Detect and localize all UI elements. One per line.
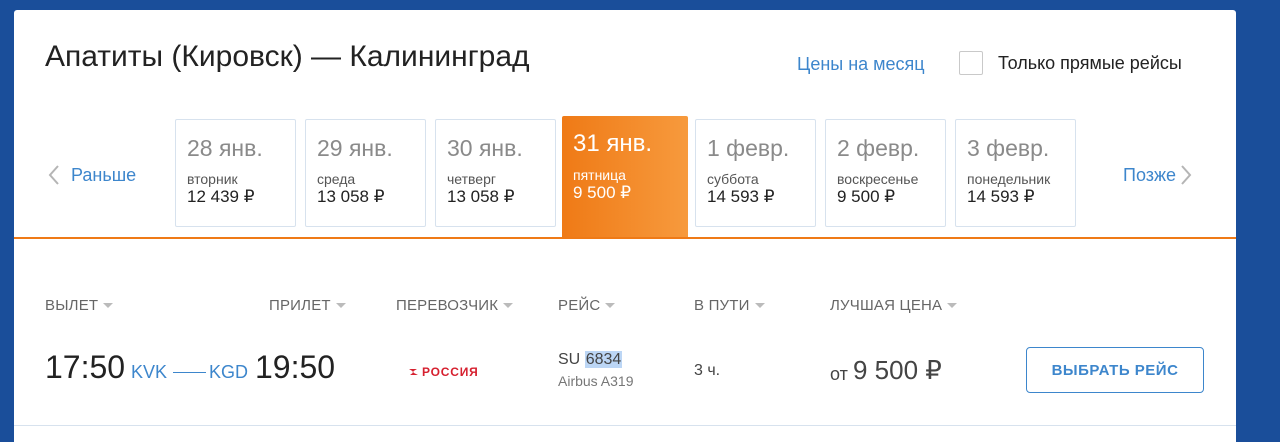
date-cell-2-feb[interactable]: 2 февр. воскресенье 9 500 ₽ xyxy=(825,119,946,227)
date-cell-date: 31 янв. xyxy=(573,130,653,157)
date-cell-date: 29 янв. xyxy=(317,135,393,161)
earlier-dates-label: Раньше xyxy=(71,164,137,185)
date-cell-weekday: понедельник xyxy=(967,171,1051,187)
sort-duration-header[interactable]: В ПУТИ xyxy=(694,297,765,314)
date-cell-price: 9 500 ₽ xyxy=(573,183,632,202)
flight-number: SU 6834 xyxy=(558,351,623,369)
carrier-name: РОССИЯ xyxy=(422,365,479,379)
date-cell-date: 1 февр. xyxy=(707,135,790,161)
sort-caret-icon xyxy=(754,303,765,308)
date-cell-date: 2 февр. xyxy=(837,135,920,161)
sort-caret-icon xyxy=(503,303,514,308)
sort-caret-icon xyxy=(103,303,114,308)
date-cell-weekday: среда xyxy=(317,171,356,187)
direct-only-toggle[interactable]: Только прямые рейсы xyxy=(959,51,1182,75)
date-cell-weekday: суббота xyxy=(707,171,759,187)
row-divider xyxy=(14,425,1236,426)
sort-carrier-header[interactable]: ПЕРЕВОЗЧИК xyxy=(396,297,514,314)
arrival-time: 19:50 xyxy=(255,349,336,385)
date-cell-1-feb[interactable]: 1 февр. суббота 14 593 ₽ xyxy=(695,119,816,227)
chevron-right-icon xyxy=(1181,165,1192,185)
active-date-underline xyxy=(14,237,1236,239)
column-label: ПРИЛЕТ xyxy=(269,297,331,314)
chevron-left-icon xyxy=(48,165,59,185)
date-cell-weekday: воскресенье xyxy=(837,171,919,187)
flight-prefix: SU xyxy=(558,351,581,368)
date-cell-price: 12 439 ₽ xyxy=(187,187,255,206)
date-cell-date: 3 февр. xyxy=(967,135,1050,161)
flight-number-value: 6834 xyxy=(584,351,623,368)
date-cell-29-jan[interactable]: 29 янв. среда 13 058 ₽ xyxy=(305,119,426,227)
sort-flight-header[interactable]: РЕЙС xyxy=(558,297,616,314)
date-cell-3-feb[interactable]: 3 февр. понедельник 14 593 ₽ xyxy=(955,119,1076,227)
departure-airport: KVK xyxy=(131,362,168,382)
sort-departure-header[interactable]: ВЫЛЕТ xyxy=(45,297,114,314)
column-label: ПЕРЕВОЗЧИК xyxy=(396,297,499,314)
column-label: В ПУТИ xyxy=(694,297,750,314)
column-label: РЕЙС xyxy=(558,297,601,314)
earlier-dates-button[interactable]: Раньше xyxy=(48,164,136,186)
date-cell-price: 13 058 ₽ xyxy=(447,187,515,206)
date-cell-28-jan[interactable]: 28 янв. вторник 12 439 ₽ xyxy=(175,119,296,227)
route-title: Апатиты (Кировск) — Калининград xyxy=(45,40,530,73)
date-cell-price: 14 593 ₽ xyxy=(967,187,1035,206)
date-cell-price: 9 500 ₽ xyxy=(837,187,896,206)
date-cell-31-jan-selected[interactable]: 31 янв. пятница 9 500 ₽ xyxy=(562,116,688,239)
sort-caret-icon xyxy=(605,303,616,308)
flight-search-card: Апатиты (Кировск) — Калининград Цены на … xyxy=(14,10,1236,442)
flight-duration: 3 ч. xyxy=(694,362,721,379)
best-price: 9 500 ₽ xyxy=(853,355,942,385)
column-label: ЛУЧШАЯ ЦЕНА xyxy=(830,297,943,314)
sort-caret-icon xyxy=(335,303,346,308)
date-cell-price: 13 058 ₽ xyxy=(317,187,385,206)
date-cell-date: 30 янв. xyxy=(447,135,523,161)
sort-price-header[interactable]: ЛУЧШАЯ ЦЕНА xyxy=(830,297,958,314)
rossiya-wing-icon xyxy=(409,369,418,375)
date-cell-weekday: четверг xyxy=(447,171,496,187)
date-cell-date: 28 янв. xyxy=(187,135,263,161)
date-cell-weekday: пятница xyxy=(573,167,626,183)
later-dates-button[interactable]: Позже xyxy=(1123,164,1192,186)
sort-caret-icon xyxy=(947,303,958,308)
direct-only-checkbox[interactable] xyxy=(959,51,983,75)
date-cell-weekday: вторник xyxy=(187,171,238,187)
later-dates-label: Позже xyxy=(1123,164,1177,185)
direct-only-label: Только прямые рейсы xyxy=(998,52,1182,73)
select-flight-button[interactable]: ВЫБРАТЬ РЕЙС xyxy=(1026,347,1204,393)
carrier-logo: РОССИЯ xyxy=(408,365,479,379)
month-prices-link[interactable]: Цены на месяц xyxy=(797,54,925,75)
column-label: ВЫЛЕТ xyxy=(45,297,99,314)
date-cell-price: 14 593 ₽ xyxy=(707,187,775,206)
sort-arrival-header[interactable]: ПРИЛЕТ xyxy=(269,297,346,314)
arrival-airport: KGD xyxy=(209,362,249,382)
aircraft-type: Airbus A319 xyxy=(558,373,634,389)
departure-time: 17:50 xyxy=(45,349,126,385)
date-cell-30-jan[interactable]: 30 янв. четверг 13 058 ₽ xyxy=(435,119,556,227)
route-dash xyxy=(173,372,206,373)
price-prefix: от xyxy=(830,364,848,384)
